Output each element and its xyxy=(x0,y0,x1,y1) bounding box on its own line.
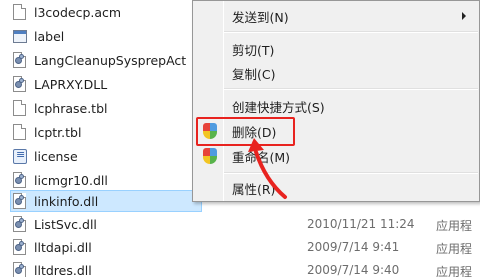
file-row[interactable]: lltdres.dll xyxy=(12,259,92,277)
menu-item-label: 发送到(N) xyxy=(232,9,289,25)
license-icon xyxy=(12,147,28,165)
context-menu: 发送到(N) 剪切(T) 复制(C) 创建快捷方式(S) 删除(D) 重命名(M… xyxy=(192,0,480,202)
file-row-selected[interactable]: linkinfo.dll xyxy=(10,190,202,212)
file-name: label xyxy=(34,28,65,44)
dll-icon xyxy=(12,215,28,233)
file-type: 应用程 xyxy=(436,265,473,277)
menu-item-label: 属性(R) xyxy=(232,181,276,197)
menu-separator xyxy=(224,31,478,33)
menu-item-properties[interactable]: 属性(R) xyxy=(194,177,478,199)
highlight-box xyxy=(196,117,295,146)
file-name: LangCleanupSysprepAct xyxy=(34,52,187,68)
uac-shield-icon xyxy=(203,148,217,164)
menu-item-send-to[interactable]: 发送到(N) xyxy=(194,5,478,27)
file-row[interactable]: l3codecp.acm xyxy=(12,1,121,23)
dll-icon xyxy=(12,51,28,69)
dll-icon xyxy=(12,75,28,93)
file-name: linkinfo.dll xyxy=(34,193,99,209)
file-row[interactable]: lcphrase.tbl xyxy=(12,97,108,119)
file-row[interactable]: label xyxy=(12,25,64,47)
file-row[interactable]: licmgr10.dll xyxy=(12,169,108,191)
file-date: 2010/11/21 11:24 xyxy=(307,217,415,231)
menu-separator xyxy=(224,88,478,90)
dll-icon xyxy=(12,171,28,189)
file-date: 2009/7/14 9:41 xyxy=(307,240,400,254)
file-name: lltdapi.dll xyxy=(34,239,92,255)
menu-item-label: 剪切(T) xyxy=(232,42,275,58)
file-row[interactable]: LangCleanupSysprepAct xyxy=(12,49,186,71)
file-name: lcptr.tbl xyxy=(34,124,82,140)
file-name: license xyxy=(34,148,78,164)
file-row[interactable]: lcptr.tbl xyxy=(12,121,81,143)
file-row[interactable]: lltdapi.dll xyxy=(12,236,92,258)
menu-item-label: 重命名(M) xyxy=(232,149,291,165)
document-icon xyxy=(12,99,28,117)
file-name: LAPRXY.DLL xyxy=(34,76,108,92)
file-type: 应用程 xyxy=(436,219,473,233)
file-date: 2009/7/14 9:40 xyxy=(307,263,400,277)
file-row[interactable]: ListSvc.dll xyxy=(12,213,97,235)
dll-icon xyxy=(12,192,28,210)
menu-item-rename[interactable]: 重命名(M) xyxy=(194,145,478,167)
file-type: 应用程 xyxy=(436,242,473,256)
menu-item-cut[interactable]: 剪切(T) xyxy=(194,38,478,60)
dll-icon xyxy=(12,238,28,256)
file-name: lcphrase.tbl xyxy=(34,100,108,116)
file-name: ListSvc.dll xyxy=(34,216,97,232)
file-row[interactable]: license xyxy=(12,145,78,167)
document-icon xyxy=(12,123,28,141)
menu-item-copy[interactable]: 复制(C) xyxy=(194,62,478,84)
document-icon xyxy=(12,3,28,21)
menu-item-label: 创建快捷方式(S) xyxy=(232,99,325,115)
file-name: l3codecp.acm xyxy=(34,4,122,20)
menu-item-label: 复制(C) xyxy=(232,66,276,82)
file-name: lltdres.dll xyxy=(34,262,92,277)
menu-item-create-shortcut[interactable]: 创建快捷方式(S) xyxy=(194,95,478,117)
dll-icon xyxy=(12,261,28,277)
file-name: licmgr10.dll xyxy=(34,172,108,188)
submenu-arrow-icon xyxy=(462,12,466,20)
file-row[interactable]: LAPRXY.DLL xyxy=(12,73,107,95)
menu-separator xyxy=(224,172,478,174)
window-icon xyxy=(12,27,28,45)
